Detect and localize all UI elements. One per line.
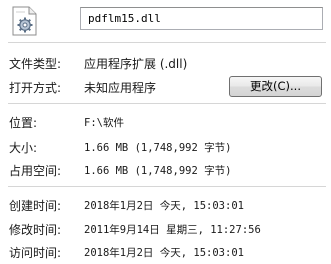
size-on-disk-label: 占用空间: — [9, 164, 62, 178]
file-type-value: 应用程序扩展 (.dll) — [84, 57, 188, 71]
divider — [8, 186, 326, 187]
location-label: 位置: — [9, 116, 38, 130]
divider — [8, 103, 326, 104]
file-type-label: 文件类型: — [9, 57, 62, 71]
accessed-label: 访问时间: — [9, 246, 62, 260]
dll-file-icon — [12, 6, 38, 36]
open-with-value: 未知应用程序 — [84, 81, 157, 95]
modified-label: 修改时间: — [9, 223, 62, 237]
size-value: 1.66 MB (1,748,992 字节) — [84, 142, 232, 154]
location-value: F:\软件 — [84, 117, 124, 129]
created-label: 创建时间: — [9, 199, 62, 213]
change-button[interactable]: 更改(C)... — [229, 76, 322, 97]
divider — [8, 42, 326, 43]
open-with-label: 打开方式: — [9, 81, 62, 95]
size-label: 大小: — [9, 141, 38, 155]
file-name-field[interactable]: pdflm15.dll — [80, 7, 323, 30]
accessed-value: 2018年1月2日 今天, 15:03:01 — [84, 247, 244, 259]
modified-value: 2011年9月14日 星期三, 11:27:56 — [84, 224, 261, 236]
created-value: 2018年1月2日 今天, 15:03:01 — [84, 200, 244, 212]
size-on-disk-value: 1.66 MB (1,748,992 字节) — [84, 165, 232, 177]
